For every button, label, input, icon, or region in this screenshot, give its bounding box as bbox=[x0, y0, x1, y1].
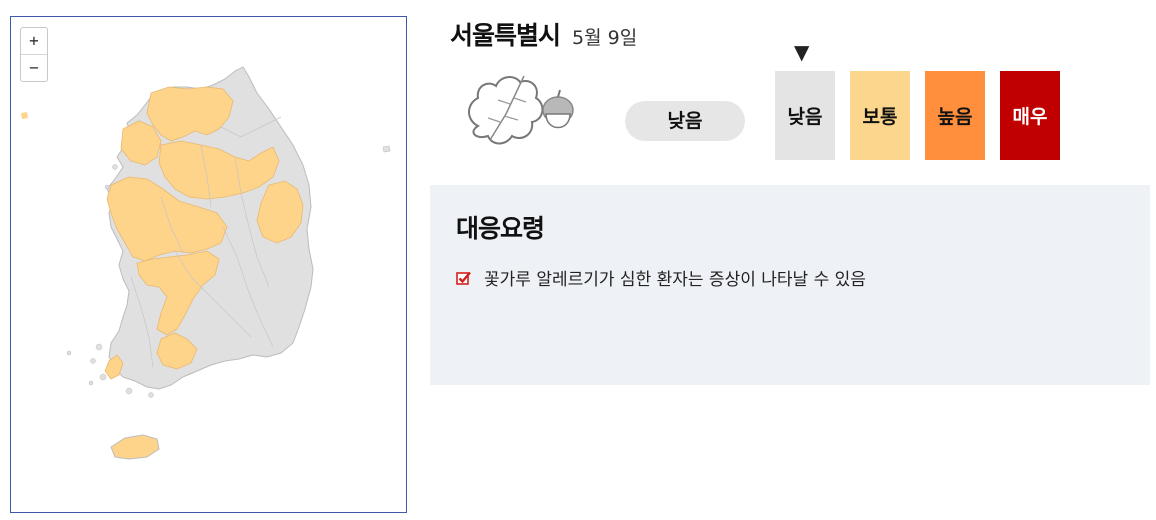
forecast-date: 5월 9일 bbox=[572, 27, 638, 49]
zoom-control: + − bbox=[20, 27, 48, 82]
zoom-out-button[interactable]: − bbox=[21, 54, 47, 81]
small-island-east[interactable] bbox=[382, 145, 391, 153]
scale-normal: 보통 bbox=[850, 71, 910, 160]
header: 서울특별시 5월 9일 bbox=[450, 16, 637, 52]
current-level-badge: 낮음 bbox=[625, 101, 745, 141]
scale-high: 높음 bbox=[925, 71, 985, 160]
city-name: 서울특별시 bbox=[450, 21, 561, 50]
jeju-island[interactable] bbox=[110, 434, 160, 460]
oak-leaf-acorn-icon bbox=[468, 75, 574, 145]
korea-map[interactable] bbox=[11, 17, 407, 513]
guide-item-text: 꽃가루 알레르기가 심한 환자는 증상이 나타날 수 있음 bbox=[484, 270, 866, 290]
response-guide-panel: 대응요령 꽃가루 알레르기가 심한 환자는 증상이 나타날 수 있음 bbox=[430, 185, 1150, 385]
level-indicator-triangle: ▼ bbox=[794, 40, 810, 64]
scale-very-high: 매우 bbox=[1000, 71, 1060, 160]
small-island-west[interactable] bbox=[21, 112, 28, 119]
zoom-in-button[interactable]: + bbox=[21, 28, 47, 54]
map-panel[interactable]: + − bbox=[10, 16, 407, 513]
checkbox-checked-icon bbox=[456, 271, 471, 285]
guide-title: 대응요령 bbox=[456, 214, 545, 243]
guide-item: 꽃가루 알레르기가 심한 환자는 증상이 나타날 수 있음 bbox=[456, 265, 1124, 290]
scale-low: 낮음 bbox=[775, 71, 835, 160]
